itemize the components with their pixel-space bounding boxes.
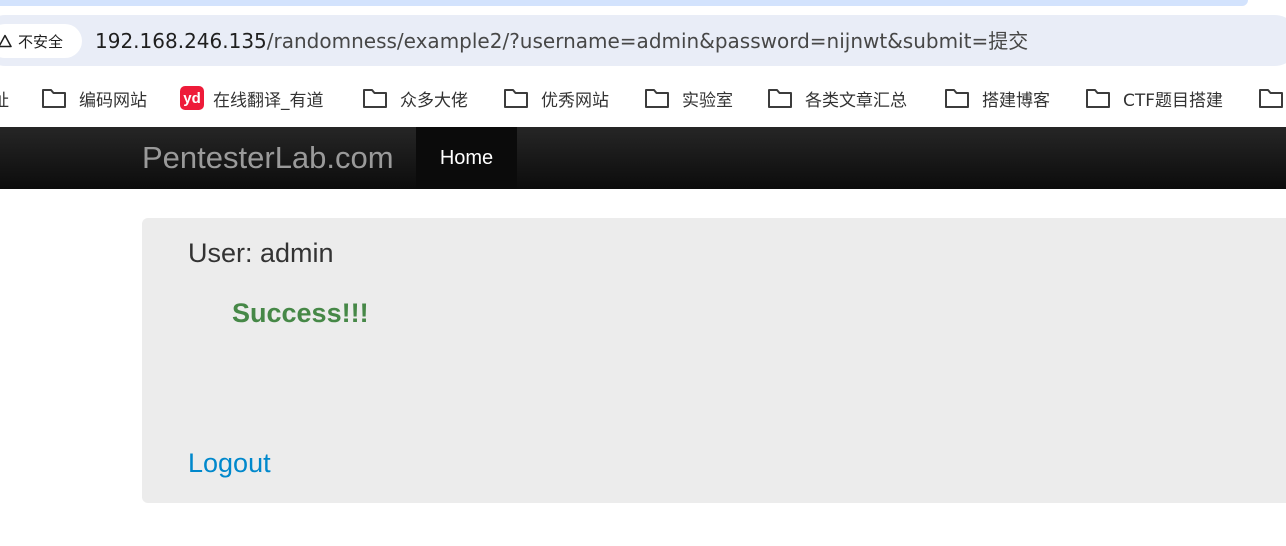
- url-host: 192.168.246.135: [95, 29, 267, 53]
- bookmark-label: CTF题目搭建: [1123, 90, 1224, 111]
- bookmark-folder[interactable]: 优秀网站: [503, 84, 609, 112]
- folder-icon: [944, 87, 970, 109]
- bookmark-link[interactable]: yd 在线翻译_有道: [180, 84, 324, 112]
- bookmark-label: 各类文章汇总: [805, 90, 907, 111]
- bookmark-folder[interactable]: 各类文章汇总: [767, 84, 907, 112]
- folder-icon: [41, 87, 67, 109]
- bookmark-label: 址: [0, 90, 9, 111]
- bookmark-label: 实验室: [682, 90, 733, 111]
- nav-home[interactable]: Home: [416, 127, 517, 189]
- tab-strip: [0, 0, 1248, 6]
- bookmark-folder[interactable]: [1258, 84, 1284, 112]
- security-label: 不安全: [18, 32, 64, 51]
- folder-icon: [1085, 87, 1111, 109]
- bookmark-label: 搭建博客: [982, 90, 1050, 111]
- folder-icon: [1258, 87, 1284, 109]
- content-panel: User: admin Success!!! Logout: [142, 218, 1286, 503]
- site-navbar: PentesterLab.com Home: [0, 127, 1286, 189]
- url-field[interactable]: 192.168.246.135/randomness/example2/?use…: [95, 27, 1028, 55]
- bookmark-folder[interactable]: 搭建博客: [944, 84, 1050, 112]
- user-label: User: admin: [188, 238, 334, 268]
- bookmark-item[interactable]: 址: [0, 84, 9, 112]
- folder-icon: [362, 87, 388, 109]
- bookmarks-bar: 址 编码网站 yd 在线翻译_有道 众多大佬 优秀网站 实验室 各类文章汇总 搭…: [0, 80, 1286, 114]
- folder-icon: [644, 87, 670, 109]
- bookmark-label: 优秀网站: [541, 90, 609, 111]
- bookmark-folder[interactable]: 众多大佬: [362, 84, 468, 112]
- bookmark-folder[interactable]: CTF题目搭建: [1085, 84, 1223, 112]
- brand-link[interactable]: PentesterLab.com: [142, 140, 394, 176]
- bookmark-label: 编码网站: [79, 90, 147, 111]
- success-message: Success!!!: [232, 298, 369, 328]
- bookmark-folder[interactable]: 编码网站: [41, 84, 147, 112]
- bookmark-label: 众多大佬: [400, 90, 468, 111]
- folder-icon: [767, 87, 793, 109]
- bookmark-folder[interactable]: 实验室: [644, 84, 733, 112]
- folder-icon: [503, 87, 529, 109]
- youdao-icon: yd: [180, 86, 204, 110]
- warning-icon: [0, 34, 12, 48]
- bookmark-label: 在线翻译_有道: [213, 90, 324, 111]
- logout-link[interactable]: Logout: [188, 448, 271, 479]
- security-indicator[interactable]: 不安全: [0, 24, 82, 58]
- url-path: /randomness/example2/?username=admin&pas…: [266, 29, 1029, 53]
